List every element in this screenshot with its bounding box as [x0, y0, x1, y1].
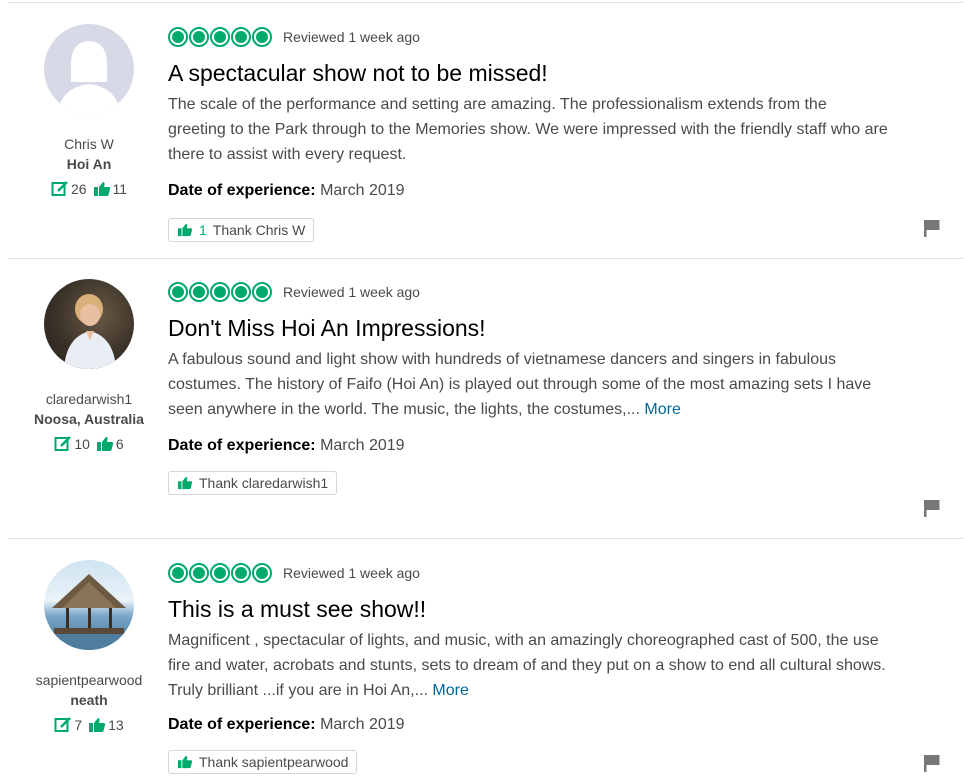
date-of-experience: Date of experience: March 2019 — [168, 437, 908, 455]
rating-bubble-icon — [252, 563, 272, 583]
contributions-icon — [54, 436, 72, 451]
review-title[interactable]: This is a must see show!! — [168, 594, 908, 624]
rating-row: Reviewed 1 week ago — [168, 562, 908, 584]
review-text: The scale of the performance and setting… — [168, 96, 888, 163]
rating-bubble-icon — [168, 282, 188, 302]
contributions-icon — [51, 181, 68, 196]
review-content: Reviewed 1 week ago This is a must see s… — [168, 562, 908, 774]
woman-photo-avatar[interactable] — [44, 279, 134, 369]
rating-bubble-icon — [189, 563, 209, 583]
thank-button[interactable]: Thank sapientpearwood — [168, 750, 358, 774]
review-card: sapientpearwood neath 7 13 Reviewed 1 we… — [0, 538, 968, 783]
thumbs-up-icon — [178, 476, 193, 490]
contributions-icon — [54, 717, 72, 732]
review-date: Reviewed 1 week ago — [283, 284, 420, 300]
user-stats: 10 6 — [0, 435, 178, 453]
date-of-experience-label: Date of experience: — [168, 182, 316, 199]
rating-bubble-icon — [168, 563, 188, 583]
rating-bubble-icon — [168, 27, 188, 47]
rating-row: Reviewed 1 week ago — [168, 26, 908, 48]
rating-bubble-icon — [189, 282, 209, 302]
review-content: Reviewed 1 week ago A spectacular show n… — [168, 26, 908, 242]
thank-count: 1 — [199, 222, 207, 238]
rating-bubble-icon — [210, 563, 230, 583]
member-info: claredarwish1 Noosa, Australia 10 6 — [0, 279, 178, 453]
rating-bubble-icon — [252, 282, 272, 302]
default-user-avatar[interactable] — [44, 24, 134, 114]
date-of-experience-value: March 2019 — [320, 182, 405, 199]
helpful-votes-icon — [96, 437, 114, 451]
rating-bubble-icon — [231, 282, 251, 302]
review-date: Reviewed 1 week ago — [283, 565, 420, 581]
user-stats: 26 11 — [0, 180, 178, 198]
helpful-votes-count: 13 — [108, 717, 124, 733]
date-of-experience-value: March 2019 — [320, 437, 405, 454]
contributions-count: 7 — [74, 717, 83, 733]
username[interactable]: Chris W — [0, 134, 178, 154]
review-card: Chris W Hoi An 26 11 Reviewed 1 week ago… — [0, 0, 968, 258]
review-text: Magnificent , spectacular of lights, and… — [168, 632, 886, 699]
review-date: Reviewed 1 week ago — [283, 29, 420, 45]
user-location: Noosa, Australia — [34, 411, 144, 427]
username[interactable]: sapientpearwood — [0, 670, 178, 690]
helpful-votes-count: 11 — [112, 181, 128, 197]
flag-icon[interactable] — [923, 499, 941, 517]
helpful-votes-count: 6 — [115, 436, 124, 452]
thank-button[interactable]: Thank claredarwish1 — [168, 471, 338, 495]
more-link[interactable]: More — [432, 682, 468, 699]
more-link[interactable]: More — [644, 401, 680, 418]
thank-label: Thank claredarwish1 — [199, 475, 329, 491]
rating-bubble-icon — [231, 563, 251, 583]
flag-icon[interactable] — [923, 219, 941, 237]
beach-hut-photo-avatar[interactable] — [44, 560, 134, 650]
date-of-experience-value: March 2019 — [320, 716, 405, 733]
rating-bubble-icon — [189, 27, 209, 47]
member-info: sapientpearwood neath 7 13 — [0, 560, 178, 734]
user-location: neath — [70, 692, 108, 708]
review-text: A fabulous sound and light show with hun… — [168, 351, 872, 418]
rating-bubble-icon — [210, 282, 230, 302]
review-content: Reviewed 1 week ago Don't Miss Hoi An Im… — [168, 281, 908, 495]
date-of-experience: Date of experience: March 2019 — [168, 182, 908, 200]
review-body: Magnificent , spectacular of lights, and… — [168, 628, 888, 703]
username[interactable]: claredarwish1 — [0, 389, 178, 409]
user-location: Hoi An — [66, 156, 112, 172]
contributions-count: 10 — [74, 436, 90, 452]
review-body: A fabulous sound and light show with hun… — [168, 347, 888, 422]
thank-button[interactable]: 1 Thank Chris W — [168, 218, 315, 242]
flag-icon[interactable] — [923, 754, 941, 772]
thumbs-up-icon — [178, 223, 193, 237]
thumbs-up-icon — [178, 755, 193, 769]
contributions-count: 26 — [70, 181, 87, 197]
rating-bubble-icon — [231, 27, 251, 47]
review-card: claredarwish1 Noosa, Australia 10 6 Revi… — [0, 258, 968, 538]
helpful-votes-icon — [93, 182, 110, 196]
member-info: Chris W Hoi An 26 11 — [0, 24, 178, 198]
thank-label: Thank sapientpearwood — [199, 754, 349, 770]
rating-bubble-icon — [210, 27, 230, 47]
date-of-experience-label: Date of experience: — [168, 716, 316, 733]
rating-bubble-icon — [252, 27, 272, 47]
review-body: The scale of the performance and setting… — [168, 92, 888, 167]
review-title[interactable]: Don't Miss Hoi An Impressions! — [168, 313, 908, 343]
helpful-votes-icon — [89, 718, 106, 732]
date-of-experience-label: Date of experience: — [168, 437, 316, 454]
rating-row: Reviewed 1 week ago — [168, 281, 908, 303]
date-of-experience: Date of experience: March 2019 — [168, 716, 908, 734]
user-stats: 7 13 — [0, 716, 178, 734]
thank-label: Thank Chris W — [212, 222, 306, 238]
review-title[interactable]: A spectacular show not to be missed! — [168, 58, 908, 88]
